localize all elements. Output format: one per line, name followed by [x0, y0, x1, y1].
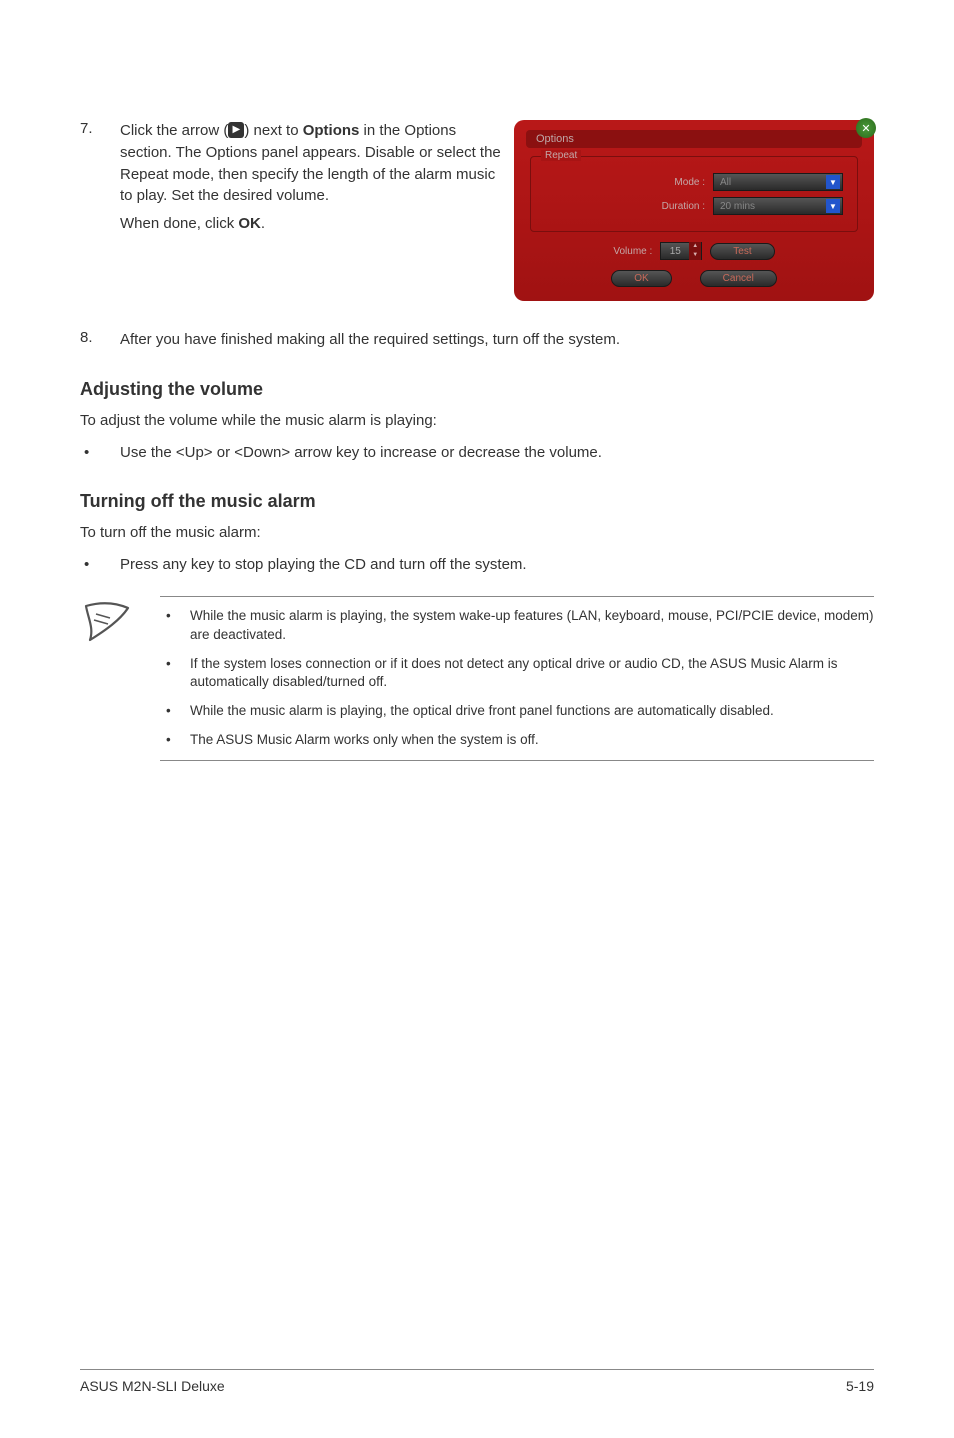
- bullet-icon: •: [80, 554, 120, 576]
- duration-select[interactable]: 20 mins ▼: [713, 197, 843, 215]
- turnoff-intro: To turn off the music alarm:: [80, 522, 874, 544]
- note-2: If the system loses connection or if it …: [190, 655, 874, 693]
- bullet-icon: •: [80, 442, 120, 464]
- bullet-icon: •: [160, 607, 190, 645]
- step7-ok-word: OK: [238, 215, 261, 232]
- repeat-fieldset: Repeat Mode : All ▼ Duration : 20 mins ▼: [530, 156, 858, 232]
- step7-done-a: When done, click: [120, 215, 238, 232]
- note-icon: [80, 596, 140, 761]
- options-panel: Options ✕ Repeat Mode : All ▼ Duration :…: [514, 120, 874, 301]
- footer-left: ASUS M2N-SLI Deluxe: [80, 1378, 225, 1394]
- chevron-down-icon[interactable]: ▼: [826, 175, 840, 189]
- volume-label: Volume :: [613, 246, 652, 257]
- note-1: While the music alarm is playing, the sy…: [190, 607, 874, 645]
- step7-done-c: .: [261, 215, 265, 232]
- repeat-legend: Repeat: [541, 150, 581, 161]
- mode-label: Mode :: [674, 177, 705, 188]
- bullet-icon: •: [160, 702, 190, 721]
- mode-value: All: [720, 177, 731, 188]
- step7-text-a: Click the arrow (: [120, 122, 228, 139]
- step7-options-word: Options: [303, 122, 360, 139]
- adjust-bullet: Use the <Up> or <Down> arrow key to incr…: [120, 442, 602, 464]
- cancel-button[interactable]: Cancel: [700, 270, 777, 287]
- close-icon[interactable]: ✕: [856, 118, 876, 138]
- chevron-down-icon[interactable]: ▼: [826, 199, 840, 213]
- adjust-heading: Adjusting the volume: [80, 379, 874, 400]
- footer-right: 5-19: [846, 1378, 874, 1394]
- options-titlebar: Options: [526, 130, 862, 148]
- test-button[interactable]: Test: [710, 243, 774, 260]
- bullet-icon: •: [160, 731, 190, 750]
- volume-value: 15: [661, 246, 689, 257]
- turnoff-heading: Turning off the music alarm: [80, 491, 874, 512]
- arrow-icon: ▶: [228, 122, 244, 138]
- adjust-intro: To adjust the volume while the music ala…: [80, 410, 874, 432]
- step8-number: 8.: [80, 329, 120, 351]
- turnoff-bullet: Press any key to stop playing the CD and…: [120, 554, 527, 576]
- spinner-up-icon[interactable]: ▲: [689, 242, 701, 251]
- step8-text: After you have finished making all the r…: [120, 329, 874, 351]
- duration-label: Duration :: [662, 201, 705, 212]
- bullet-icon: •: [160, 655, 190, 693]
- step7-number: 7.: [80, 120, 120, 241]
- note-3: While the music alarm is playing, the op…: [190, 702, 774, 721]
- options-title: Options: [536, 133, 574, 145]
- ok-button[interactable]: OK: [611, 270, 671, 287]
- duration-value: 20 mins: [720, 201, 755, 212]
- step7-body: Click the arrow (▶) next to Options in t…: [120, 120, 506, 241]
- mode-select[interactable]: All ▼: [713, 173, 843, 191]
- note-4: The ASUS Music Alarm works only when the…: [190, 731, 539, 750]
- step7-text-b: ) next to: [244, 122, 302, 139]
- spinner-down-icon[interactable]: ▼: [689, 251, 701, 260]
- note-box: • While the music alarm is playing, the …: [160, 596, 874, 761]
- volume-spinner[interactable]: 15 ▲ ▼: [660, 242, 702, 260]
